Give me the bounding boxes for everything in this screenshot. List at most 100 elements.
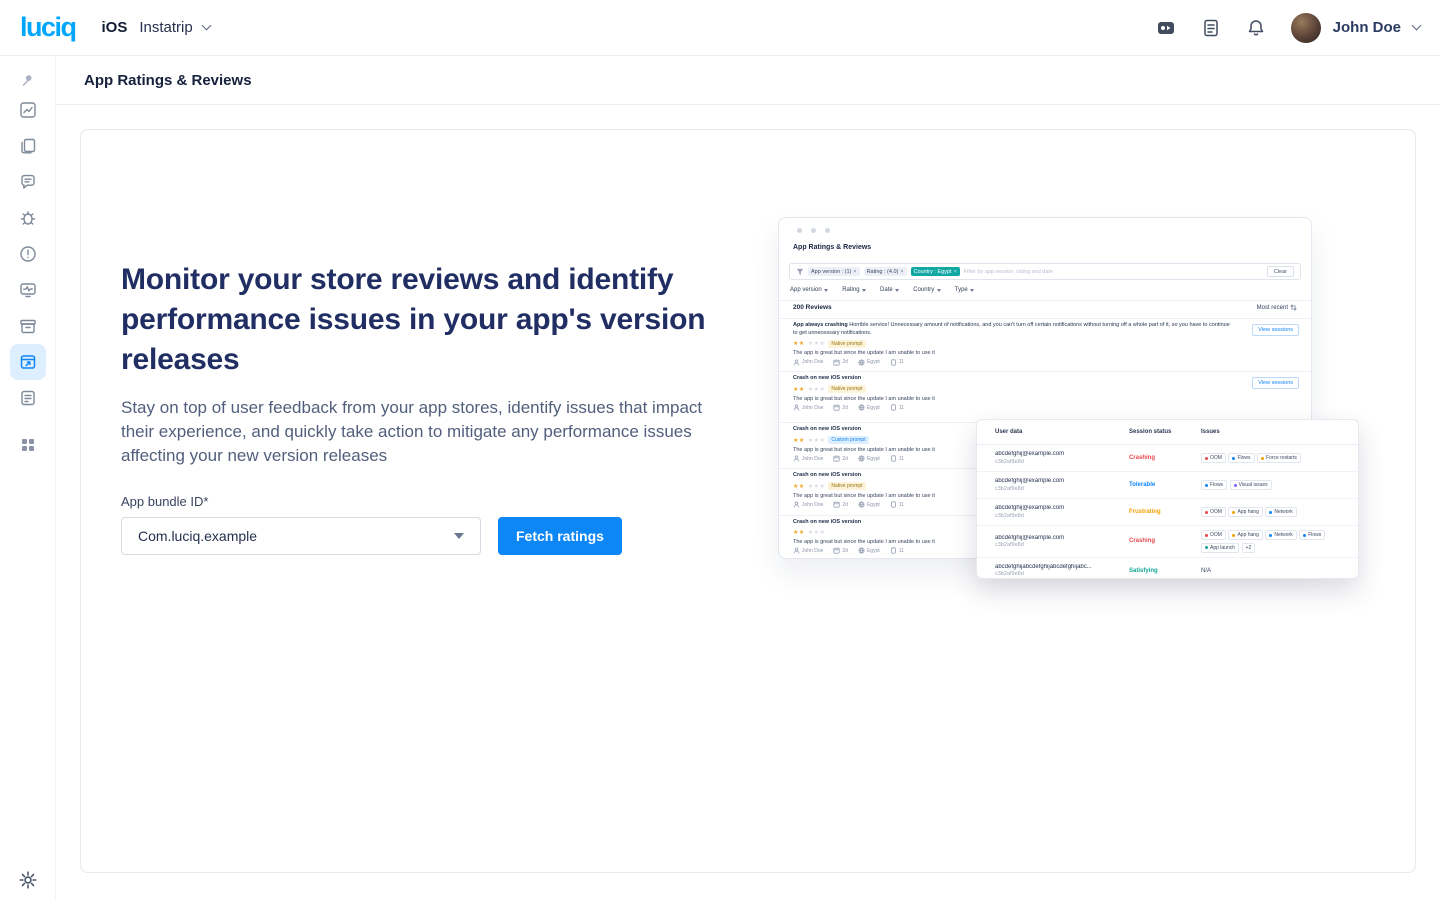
- bundle-id-select[interactable]: Com.luciq.example: [121, 517, 481, 555]
- app-name: Instatrip: [139, 19, 192, 36]
- reviews-list-header: 200 Reviews Most recent: [793, 304, 1297, 311]
- review-title: Crash on new iOS version: [793, 375, 1297, 383]
- sidebar-pin-toggle[interactable]: [22, 74, 35, 87]
- hero-heading: Monitor your store reviews and identify …: [121, 260, 721, 380]
- view-sessions-button: View sessions: [1252, 324, 1299, 336]
- user-icon: [793, 359, 800, 366]
- review-stars: ★★★★★ Native prompt: [793, 385, 1297, 393]
- sidebar-item-apm[interactable]: [19, 281, 37, 299]
- close-icon: ×: [954, 269, 957, 275]
- user-icon: [793, 455, 800, 462]
- bundle-id-value: Com.luciq.example: [138, 528, 257, 544]
- issue-dot-icon: [1232, 511, 1235, 514]
- globe-icon: [858, 547, 865, 554]
- column-header: Session status: [1129, 429, 1201, 435]
- sidebar-item-app-ratings-reviews[interactable]: [10, 344, 46, 380]
- star-icon: ★★: [793, 529, 805, 536]
- filter-chip: App version : (1)×: [808, 267, 860, 276]
- star-icon: ★★★: [808, 386, 826, 393]
- ratings-reviews-icon: [19, 353, 37, 371]
- calendar-icon: [833, 547, 840, 554]
- filter-chip: Country : Egypt×: [911, 267, 960, 276]
- changelog-icon[interactable]: [1201, 18, 1221, 38]
- bug-icon: [19, 209, 37, 227]
- table-row: abcdefghij@example.comc3b2af9e8d Frustra…: [977, 499, 1358, 526]
- window-dots-icon: [797, 228, 830, 233]
- mockup-filter-bar: App version : (1)× Rating : (4.0)× Count…: [789, 263, 1301, 280]
- close-icon: ×: [853, 269, 856, 275]
- issue-dot-icon: [1205, 457, 1208, 460]
- caret-down-icon: [937, 289, 941, 292]
- sidebar-item-reports[interactable]: [19, 137, 37, 155]
- clear-filters-button: Clear: [1267, 266, 1294, 277]
- prompt-type-chip: Native prompt: [828, 482, 865, 490]
- globe-icon: [858, 359, 865, 366]
- sidebar-item-releases[interactable]: [19, 317, 37, 335]
- table-row: abcdefghijabcdefghijabcdefghijabc...c3b2…: [977, 558, 1358, 580]
- filter-dropdown: Country: [913, 287, 941, 293]
- filter-dropdown: Type: [955, 287, 975, 293]
- status-badge: Crashing: [1129, 455, 1201, 461]
- reviews-count: 200 Reviews: [793, 304, 832, 311]
- column-header: User data: [995, 429, 1129, 435]
- keyboard-shortcuts-icon[interactable]: [1156, 18, 1176, 38]
- hero-subheading: Stay on top of user feedback from your a…: [121, 396, 706, 468]
- issue-chips: OOM App hang Network: [1201, 507, 1340, 517]
- star-icon: ★★★: [808, 529, 826, 536]
- mockup-title: App Ratings & Reviews: [793, 244, 871, 251]
- bundle-id-label: App bundle ID*: [121, 494, 731, 509]
- apps-grid-icon: [19, 436, 37, 454]
- sidebar-item-surveys[interactable]: [19, 389, 37, 407]
- phone-icon: [890, 547, 897, 554]
- sidebar-item-crashes[interactable]: [19, 245, 37, 263]
- user-icon: [793, 404, 800, 411]
- status-badge: Tolerable: [1129, 482, 1201, 488]
- table-header-row: User data Session status Issues: [977, 420, 1358, 445]
- table-row: abcdefghij@example.comc3b2af9e8d Crashin…: [977, 526, 1358, 558]
- notifications-bell-icon[interactable]: [1246, 18, 1266, 38]
- user-menu[interactable]: John Doe: [1291, 13, 1420, 43]
- filter-dropdown: Rating: [842, 287, 866, 293]
- close-icon: ×: [900, 269, 903, 275]
- review-body: The app is great but since the update I …: [793, 396, 1297, 402]
- calendar-icon: [833, 404, 840, 411]
- reports-icon: [19, 137, 37, 155]
- calendar-icon: [833, 501, 840, 508]
- issues-na: N/A: [1201, 568, 1340, 574]
- globe-icon: [858, 501, 865, 508]
- sort-arrows-icon: [1290, 304, 1297, 311]
- prompt-type-chip: Native prompt: [828, 340, 865, 348]
- user-avatar: [1291, 13, 1321, 43]
- status-badge: Crashing: [1129, 538, 1201, 544]
- star-icon: ★★: [793, 437, 805, 444]
- review-body: The app is great but since the update I …: [793, 350, 1297, 356]
- topbar: luciq iOS Instatrip John Doe: [0, 0, 1440, 56]
- sidebar-item-feedback[interactable]: [19, 173, 37, 191]
- app-switcher[interactable]: Instatrip: [139, 19, 209, 36]
- settings-gear-icon: [19, 871, 38, 890]
- filter-dropdown: App version: [790, 287, 828, 293]
- issue-chips: OOM App hang Network Flows App launch +2: [1201, 530, 1340, 553]
- sidebar-item-bug-reports[interactable]: [19, 209, 37, 227]
- globe-icon: [858, 404, 865, 411]
- sidebar-item-apps[interactable]: [19, 436, 37, 454]
- divider: [779, 371, 1311, 372]
- review-item: Crash on new iOS version View sessions ★…: [779, 375, 1311, 411]
- sidebar: [0, 56, 56, 900]
- feedback-chat-icon: [19, 173, 37, 191]
- issue-chips: Flows Visual issues: [1201, 480, 1340, 490]
- review-item: App always crashing Horrible service! Un…: [779, 322, 1311, 366]
- calendar-icon: [833, 455, 840, 462]
- caret-down-icon: [895, 289, 899, 292]
- fetch-ratings-button[interactable]: Fetch ratings: [498, 517, 622, 555]
- sidebar-item-overview[interactable]: [19, 101, 37, 119]
- divider: [779, 300, 1311, 301]
- phone-icon: [890, 404, 897, 411]
- divider: [779, 318, 1311, 319]
- sidebar-item-settings[interactable]: [19, 871, 38, 890]
- phone-icon: [890, 455, 897, 462]
- luciq-logo[interactable]: luciq: [20, 12, 76, 43]
- user-name: John Doe: [1333, 19, 1401, 36]
- caret-down-icon: [862, 289, 866, 292]
- issue-dot-icon: [1205, 546, 1208, 549]
